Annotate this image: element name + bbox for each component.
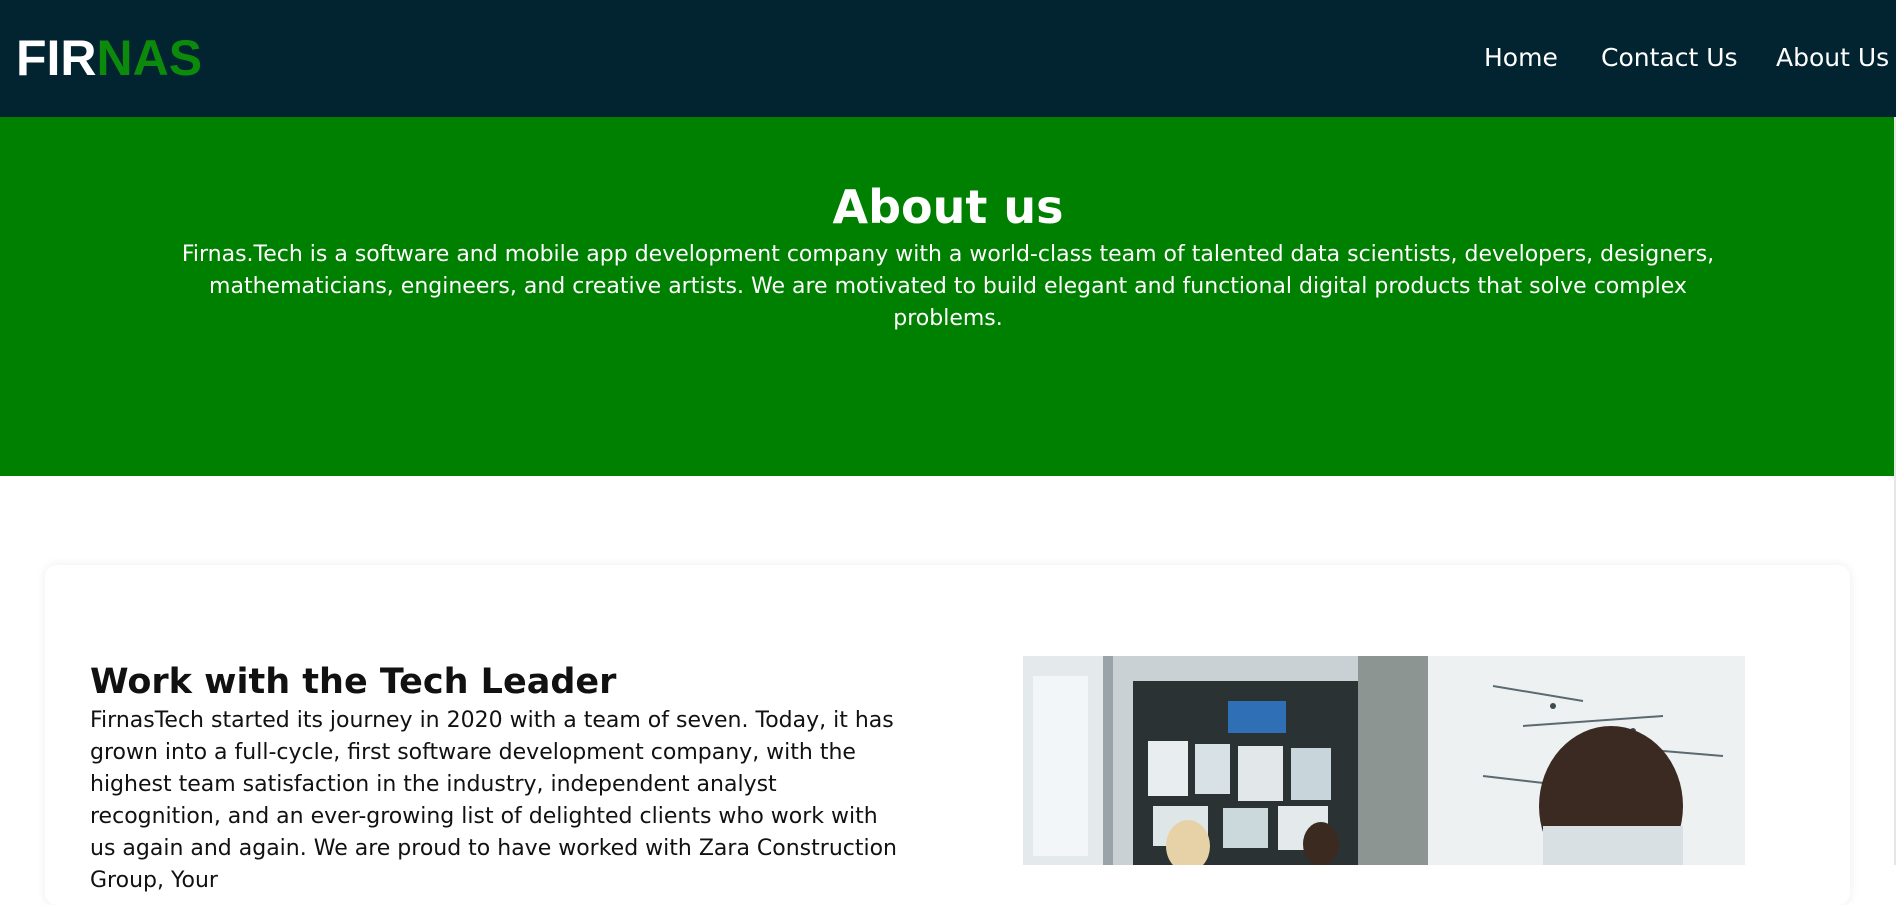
brand-logo[interactable]: FIRNAS	[16, 30, 202, 86]
section-title: Work with the Tech Leader	[90, 662, 617, 702]
nav-link-about-us[interactable]: About Us	[1776, 42, 1889, 74]
nav-link-home[interactable]: Home	[1484, 42, 1558, 74]
nav-link-contact-us[interactable]: Contact Us	[1601, 42, 1738, 74]
hero-banner: About us Firnas.Tech is a software and m…	[0, 117, 1896, 476]
section-description: FirnasTech started its journey in 2020 w…	[90, 708, 897, 893]
navbar: FIRNAS Home Contact Us About Us	[0, 0, 1896, 117]
team-photo	[1023, 656, 1745, 865]
logo-text-fir: FIR	[16, 30, 97, 86]
logo-text-nas: NAS	[96, 30, 203, 86]
hero-description: Firnas.Tech is a software and mobile app…	[181, 242, 1715, 331]
page-title: About us	[832, 180, 1064, 234]
